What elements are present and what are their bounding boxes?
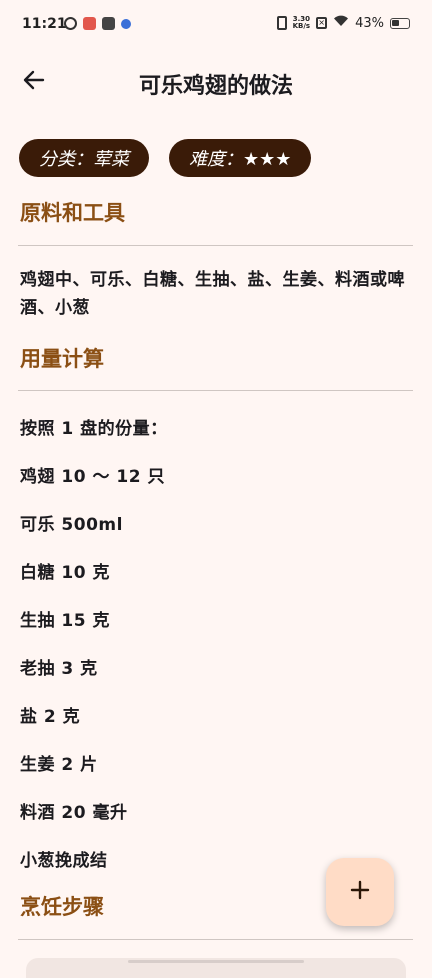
wifi-icon [333,15,349,31]
quantity-line: 盐 2 克 [20,707,81,727]
divider [18,390,413,391]
status-time: 11:21 [22,16,67,32]
quantity-line: 老抽 3 克 [20,659,98,679]
quantity-line: 白糖 10 克 [20,563,110,583]
ingredients-text: 鸡翅中、可乐、白糖、生抽、盐、生姜、料酒或啤酒、小葱 [20,270,405,318]
app-bar: 可乐鸡翅的做法 [0,52,432,112]
quantity-line: 生姜 2 片 [20,755,98,775]
quantity-line: 料酒 20 毫升 [20,803,128,823]
net-speed-unit: KB/s [292,22,311,30]
quantities-heading: 用量计算 [20,347,104,371]
no-sim-icon: × [316,17,328,29]
quantity-line: 鸡翅 10 ～ 12 只 [20,467,165,487]
plus-icon [350,880,370,904]
recipe-tags: 分类：荤菜 难度：★★★ [19,139,312,177]
app-icon [64,17,77,30]
vibrate-icon [276,16,287,30]
quantity-line: 生抽 15 克 [20,611,110,631]
bluetooth-icon [121,18,131,29]
quantity-line: 小葱挽成结 [20,851,108,871]
divider [18,245,413,246]
ingredients-heading: 原料和工具 [20,201,125,225]
notification-icons [64,17,131,30]
system-icons: 3.30 KB/s × 43% [276,15,410,31]
steps-heading: 烹饪步骤 [20,895,104,919]
category-chip[interactable]: 分类：荤菜 [19,139,149,177]
app-icon [83,17,96,30]
mail-icon [102,17,115,30]
speed-icon: 3.30 KB/s [293,16,310,30]
card-handle [128,960,304,963]
add-fab-button[interactable] [326,858,394,926]
battery-percent: 43% [355,15,384,31]
divider [18,939,413,940]
quantity-line: 按照 1 盘的份量： [20,419,168,439]
quantity-line: 可乐 500ml [20,515,123,535]
difficulty-chip[interactable]: 难度：★★★ [169,139,312,177]
status-bar: 11:21 3.30 KB/s × 43% [0,0,432,52]
battery-icon [390,17,410,29]
page-title: 可乐鸡翅的做法 [138,74,293,99]
